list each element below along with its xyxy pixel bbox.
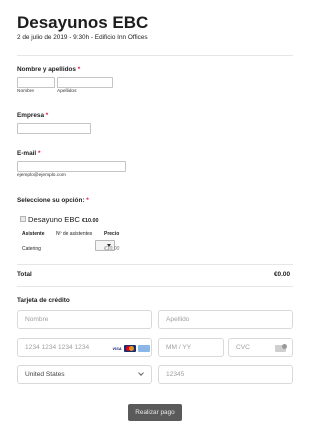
country-value: United States: [25, 371, 65, 378]
option-label: Seleccione su opción: *: [17, 197, 89, 204]
last-name-sublabel: Apellidos: [57, 89, 77, 94]
first-name-sublabel: Nombre: [17, 89, 35, 94]
card-number-field[interactable]: 1234 1234 1234 1234 VISA: [17, 338, 152, 357]
page-subtitle: 2 de julio de 2019 - 9:30h - Edificio In…: [17, 34, 148, 41]
product-checkbox[interactable]: [20, 216, 26, 222]
cvc-placeholder: CVC: [236, 344, 250, 351]
table-header-asistente: Asistente: [22, 231, 45, 237]
cvc-card-icon: [275, 344, 287, 352]
email-input[interactable]: [17, 161, 126, 172]
page-title: Desayunos EBC: [17, 13, 149, 32]
product-item: Desayuno EBC €10.00: [28, 215, 99, 224]
email-label: E-mail *: [17, 150, 41, 157]
expiry-field[interactable]: MM / YY: [158, 338, 224, 357]
row-asistente: Catering: [22, 246, 41, 252]
card-last-name-field[interactable]: Apellido: [158, 310, 293, 329]
submit-payment-button[interactable]: Realizar pago: [128, 404, 182, 421]
email-sublabel: ejemplo@ejemplo.com: [17, 173, 66, 178]
expiry-placeholder: MM / YY: [166, 344, 192, 351]
table-header-count: Nº de asistentes: [56, 231, 93, 237]
country-select[interactable]: United States: [17, 365, 152, 384]
card-section-label: Tarjeta de crédito: [17, 297, 70, 304]
table-header-price: Precio: [104, 231, 120, 237]
visa-icon: VISA: [112, 346, 122, 351]
first-name-input[interactable]: [17, 77, 55, 88]
product-name: Desayuno EBC: [28, 215, 80, 224]
card-number-placeholder: 1234 1234 1234 1234: [25, 344, 90, 351]
zip-field[interactable]: 12345: [158, 365, 293, 384]
card-first-name-field[interactable]: Nombre: [17, 310, 152, 329]
total-label: Total: [17, 271, 32, 278]
full-name-label: Nombre y apellidos *: [17, 66, 81, 73]
amex-icon: [138, 345, 150, 352]
divider: [17, 55, 293, 56]
company-label: Empresa *: [17, 112, 49, 119]
last-name-input[interactable]: [57, 77, 113, 88]
company-input[interactable]: [17, 123, 91, 134]
zip-placeholder: 12345: [166, 371, 185, 378]
total-value: €0.00: [274, 271, 290, 278]
chevron-down-icon: [138, 370, 144, 376]
divider: [17, 264, 293, 265]
product-price: €10.00: [82, 218, 99, 224]
mastercard-icon: [124, 345, 136, 352]
last-name-placeholder: Apellido: [166, 316, 190, 323]
first-name-placeholder: Nombre: [25, 316, 49, 323]
row-price: €10,00: [104, 246, 120, 252]
cvc-field[interactable]: CVC: [228, 338, 293, 357]
divider: [17, 286, 293, 287]
